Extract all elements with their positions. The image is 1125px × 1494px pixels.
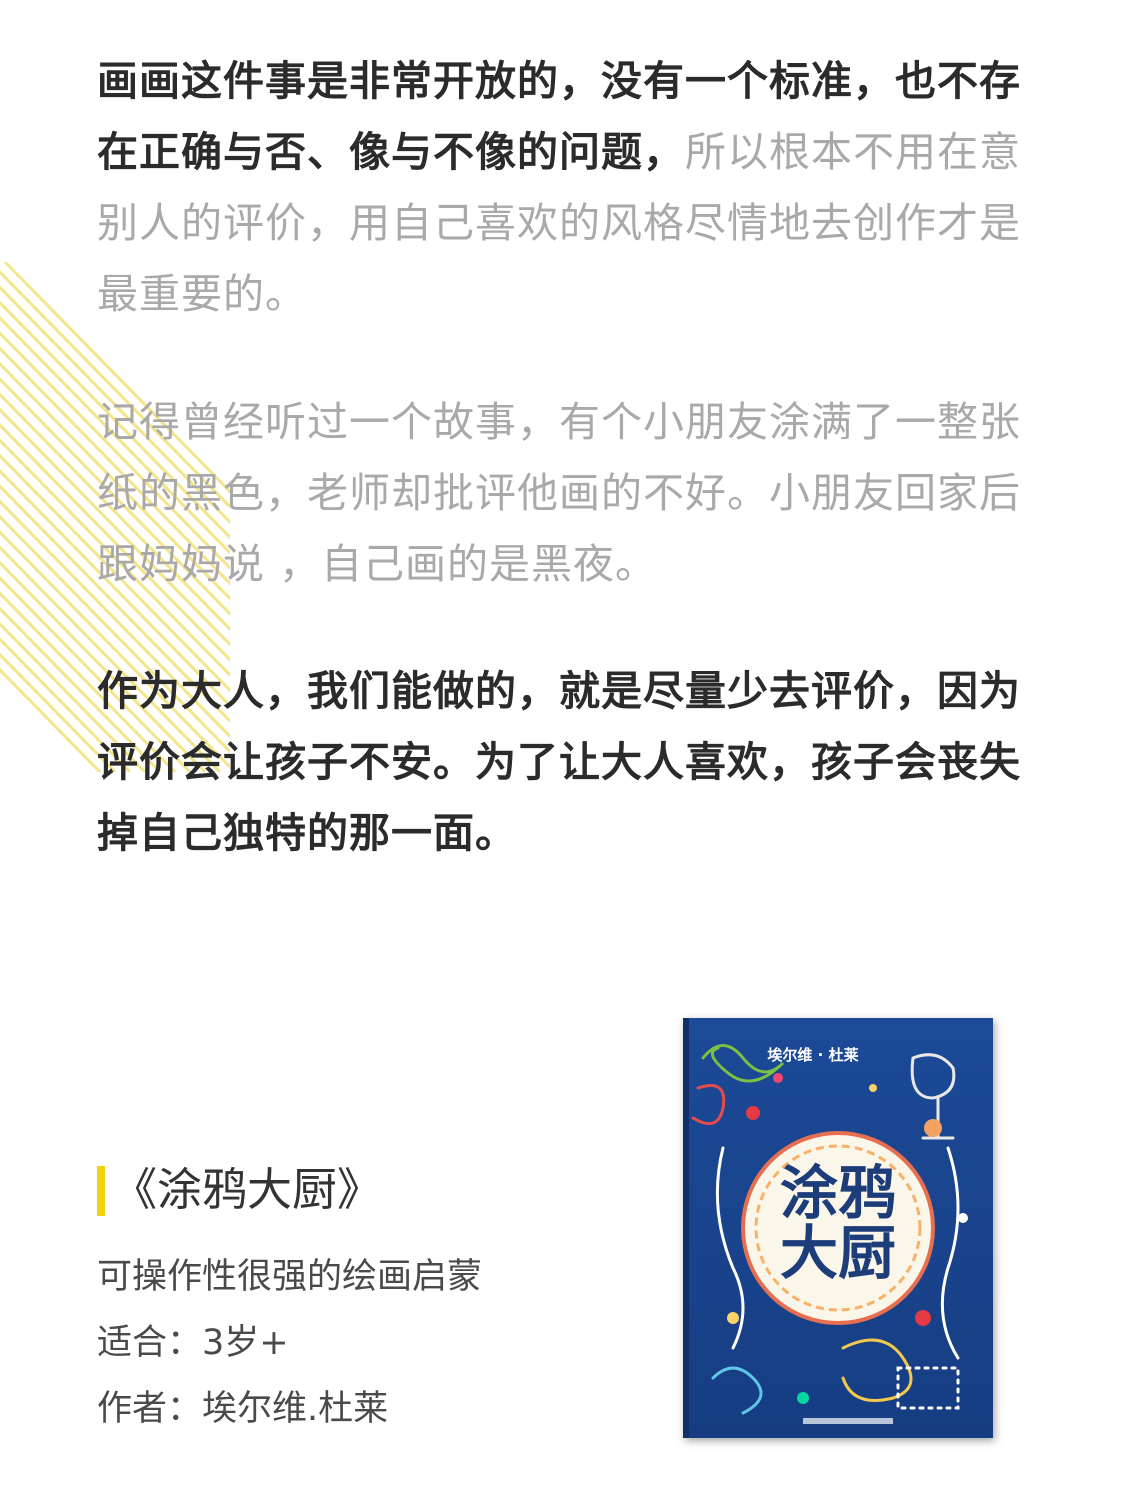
book-author: 作者：埃尔维.杜莱 xyxy=(97,1389,389,1429)
book-subtitle: 可操作性很强的绘画启蒙 xyxy=(97,1257,483,1297)
cover-author: 埃尔维 · 杜莱 xyxy=(767,1046,858,1064)
paragraph-2: 记得曾经听过一个故事，有个小朋友涂满了一整张纸的黑色，老师却批评他画的不好。小朋… xyxy=(97,387,1032,600)
paragraph-1: 画画这件事是非常开放的，没有一个标准，也不存在正确与否、像与不像的问题，所以根本… xyxy=(97,46,1032,330)
book-title: 《涂鸦大厨》 xyxy=(112,1163,383,1216)
paragraph-2-gray: 记得曾经听过一个故事，有个小朋友涂满了一整张纸的黑色，老师却批评他画的不好。小朋… xyxy=(97,398,1021,588)
cover-title-line2: 大厨 xyxy=(780,1219,896,1287)
paragraph-3-bold: 作为大人，我们能做的，就是尽量少去评价，因为评价会让孩子不安。为了让大人喜欢，孩… xyxy=(97,667,1021,857)
paragraph-3: 作为大人，我们能做的，就是尽量少去评价，因为评价会让孩子不安。为了让大人喜欢，孩… xyxy=(97,656,1032,869)
cover-title-line1: 涂鸦 xyxy=(780,1159,896,1227)
book-cover-image: 埃尔维 · 杜莱 涂鸦 大厨 xyxy=(683,1018,993,1438)
book-age: 适合：3岁+ xyxy=(97,1323,289,1363)
title-accent-bar xyxy=(97,1166,105,1216)
